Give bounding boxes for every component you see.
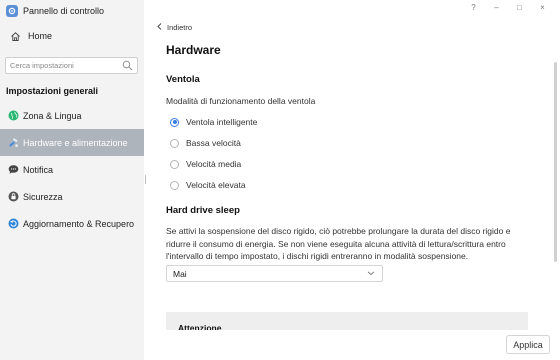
lock-icon <box>8 191 19 202</box>
radio-button[interactable] <box>170 180 179 190</box>
sidebar-item-hardware[interactable]: Hardware e alimentazione <box>0 129 144 156</box>
sidebar-item-label: Aggiornamento & Recupero <box>23 218 135 229</box>
section-header: Impostazioni generali <box>6 86 99 96</box>
radio-button-checked[interactable] <box>170 117 179 127</box>
search-icon[interactable] <box>122 60 133 73</box>
chevron-left-icon <box>157 23 162 32</box>
sidebar-item-notifica[interactable]: Notifica <box>0 156 144 183</box>
sleep-section-title: Hard drive sleep <box>166 205 240 216</box>
radio-label: Bassa velocità <box>186 138 241 148</box>
fan-section-title: Ventola <box>166 74 200 85</box>
help-button[interactable]: ? <box>462 1 485 13</box>
app-title: Pannello di controllo <box>6 4 104 18</box>
sidebar-item-label: Hardware e alimentazione <box>23 137 128 148</box>
radio-fan-medium[interactable]: Velocità media <box>170 157 241 171</box>
sidebar-item-home[interactable]: Home <box>0 25 144 47</box>
sidebar-item-label: Sicurezza <box>23 191 63 202</box>
close-button[interactable]: × <box>531 1 554 13</box>
select-value: Mai <box>173 268 187 279</box>
minimize-button[interactable]: – <box>485 1 508 13</box>
home-icon <box>10 31 21 42</box>
sidebar-item-label: Notifica <box>23 164 54 175</box>
apply-button[interactable]: Applica <box>506 335 550 354</box>
radio-fan-low[interactable]: Bassa velocità <box>170 136 241 150</box>
page-title: Hardware <box>166 43 221 57</box>
control-panel-icon <box>6 5 18 17</box>
sleep-interval-select[interactable]: Mai <box>166 265 383 282</box>
sidebar-item-aggiornamento[interactable]: Aggiornamento & Recupero <box>0 210 144 237</box>
search-box[interactable] <box>5 57 138 74</box>
radio-label: Ventola intelligente <box>186 117 258 127</box>
sidebar-item-label: Home <box>28 31 53 41</box>
sidebar-item-label: Zona & Lingua <box>23 110 82 121</box>
globe-icon <box>8 110 19 121</box>
radio-button[interactable] <box>170 159 179 169</box>
update-icon <box>8 218 19 229</box>
radio-fan-smart[interactable]: Ventola intelligente <box>170 115 257 129</box>
sidebar-item-sicurezza[interactable]: Sicurezza <box>0 183 144 210</box>
splitter-handle[interactable] <box>145 175 147 184</box>
app-title-text: Pannello di controllo <box>23 6 105 16</box>
radio-button[interactable] <box>170 138 179 148</box>
chat-icon <box>8 164 19 175</box>
chevron-down-icon <box>367 269 375 279</box>
scrollbar[interactable] <box>554 62 557 262</box>
sidebar-item-zona-lingua[interactable]: Zona & Lingua <box>0 102 144 129</box>
maximize-button[interactable]: □ <box>508 1 531 13</box>
window-controls: ? – □ × <box>462 1 554 13</box>
footer-bar <box>144 330 560 360</box>
radio-fan-high[interactable]: Velocità elevata <box>170 178 246 192</box>
sleep-description: Se attivi la sospensione del disco rigid… <box>166 226 511 261</box>
fan-mode-description: Modalità di funzionamento della ventola <box>166 96 316 106</box>
radio-label: Velocità media <box>186 159 242 169</box>
radio-label: Velocità elevata <box>186 180 246 190</box>
back-link[interactable]: Indietro <box>157 23 192 32</box>
sidebar: Pannello di controllo Home Impostazioni … <box>0 0 144 360</box>
search-input[interactable] <box>10 61 120 70</box>
back-label: Indietro <box>167 23 193 32</box>
hardware-icon <box>8 137 19 148</box>
